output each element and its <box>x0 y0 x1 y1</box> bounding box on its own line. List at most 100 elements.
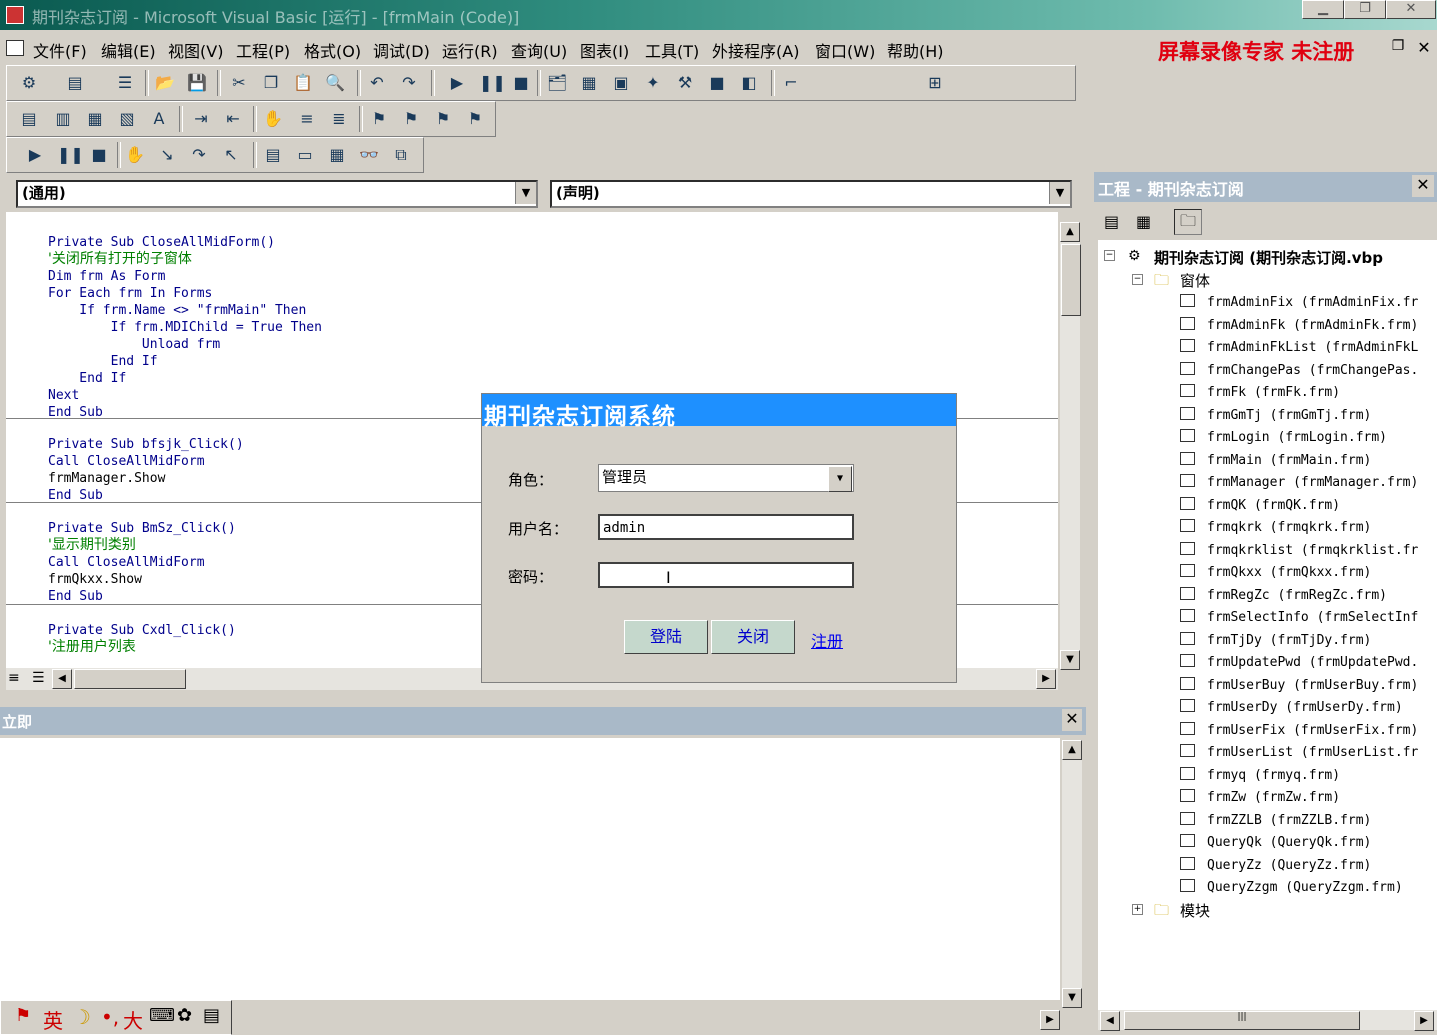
save-icon[interactable]: 💾 <box>187 73 207 93</box>
form-node[interactable]: frmQkxx (frmQkxx.frm) <box>1180 564 1371 580</box>
form-node[interactable]: frmqkrklist (frmqkrklist.fr <box>1180 541 1418 558</box>
run-icon[interactable]: ▶ <box>447 73 467 93</box>
chevron-down-icon[interactable]: ▼ <box>828 466 852 492</box>
form-node[interactable]: frmUserList (frmUserList.fr <box>1180 744 1418 760</box>
find-icon[interactable]: 🔍 <box>325 73 345 93</box>
ime-settings-icon[interactable]: ✿ <box>177 1005 192 1026</box>
pause-icon[interactable]: ❚❚ <box>479 73 506 93</box>
debug-pause-icon[interactable]: ❚❚ <box>57 145 84 165</box>
project-h-scrollbar[interactable]: ◀ ||| ▶ <box>1098 1010 1437 1031</box>
project-root[interactable]: 期刊杂志订阅 (期刊杂志订阅.vbp <box>1154 247 1383 268</box>
toolbox-icon[interactable]: ⚒ <box>675 73 695 93</box>
prev-bookmark-icon[interactable]: ⚑ <box>433 109 453 129</box>
menu-file[interactable]: 文件(F) <box>33 38 87 62</box>
step-over-icon[interactable]: ↷ <box>189 145 209 165</box>
form-node[interactable]: QueryQk (QueryQk.frm) <box>1180 834 1371 850</box>
form-node[interactable]: frmRegZc (frmRegZc.frm) <box>1180 586 1387 603</box>
form-node[interactable]: frmFk (frmFk.frm) <box>1180 384 1340 400</box>
maximize-button[interactable]: ❐ <box>1344 0 1386 19</box>
outdent-icon[interactable]: ⇤ <box>223 109 243 129</box>
quick-info-icon[interactable]: ▦ <box>85 109 105 129</box>
form-node[interactable]: frmqkrk (frmqkrk.frm) <box>1180 519 1371 535</box>
object-browser-icon[interactable]: ✦ <box>643 73 663 93</box>
form-node[interactable]: frmyq (frmyq.frm) <box>1180 766 1340 783</box>
immediate-window[interactable] <box>0 738 1060 1000</box>
clear-bookmarks-icon[interactable]: ⚑ <box>465 109 485 129</box>
keyboard-icon[interactable]: ⌨ <box>149 1005 175 1026</box>
form-node[interactable]: frmUserBuy (frmUserBuy.frm) <box>1180 676 1418 693</box>
menu-edit[interactable]: 编辑(E) <box>101 38 156 62</box>
scroll-thumb[interactable] <box>1061 244 1081 316</box>
form-node[interactable]: frmZZLB (frmZZLB.frm) <box>1180 811 1371 828</box>
close-window-button[interactable]: ✕ <box>1386 0 1436 19</box>
ime-width-toggle[interactable]: 大 <box>123 1005 143 1034</box>
expand-icon[interactable]: + <box>1132 904 1143 915</box>
data-view-icon[interactable]: ■ <box>707 73 727 93</box>
breakpoint-icon[interactable]: ✋ <box>263 109 283 129</box>
forms-folder[interactable]: 窗体 <box>1180 270 1210 291</box>
scroll-up-button[interactable]: ▲ <box>1062 740 1082 760</box>
form-node[interactable]: frmQK (frmQK.frm) <box>1180 496 1340 513</box>
moon-icon[interactable]: ☽ <box>73 1005 91 1029</box>
debug-run-icon[interactable]: ▶ <box>25 145 45 165</box>
immediate-window-icon[interactable]: ▭ <box>295 145 315 165</box>
form-node[interactable]: QueryZz (QueryZz.frm) <box>1180 856 1371 873</box>
debug-stop-icon[interactable]: ■ <box>89 145 109 165</box>
form-node[interactable]: frmUserFix (frmUserFix.frm) <box>1180 721 1418 738</box>
indent-icon[interactable]: ⇥ <box>191 109 211 129</box>
scroll-right-button[interactable]: ▶ <box>1036 669 1056 689</box>
form-node[interactable]: frmManager (frmManager.frm) <box>1180 474 1418 490</box>
form-layout-icon[interactable]: ▣ <box>611 73 631 93</box>
close-icon[interactable]: ✕ <box>1412 175 1434 197</box>
menu-project[interactable]: 工程(P) <box>236 38 290 62</box>
menu-help[interactable]: 帮助(H) <box>887 38 944 62</box>
locals-window-icon[interactable]: ▤ <box>263 145 283 165</box>
ime-menu-icon[interactable]: ▤ <box>203 1005 220 1026</box>
toggle-breakpoint-icon[interactable]: ✋ <box>125 145 145 165</box>
form-node[interactable]: frmUpdatePwd (frmUpdatePwd. <box>1180 654 1418 670</box>
uncomment-block-icon[interactable]: ≣ <box>329 109 349 129</box>
menu-editor-icon[interactable]: ☰ <box>115 73 135 93</box>
scroll-down-button[interactable]: ▼ <box>1062 988 1082 1008</box>
bookmark-icon[interactable]: ⚑ <box>369 109 389 129</box>
punctuation-icon[interactable]: •, <box>101 1005 119 1029</box>
step-out-icon[interactable]: ↖ <box>221 145 241 165</box>
menu-query[interactable]: 查询(U) <box>511 38 567 62</box>
stop-icon[interactable]: ■ <box>511 73 531 93</box>
mdi-restore-button[interactable]: ❐ <box>1388 38 1408 58</box>
username-input[interactable]: admin <box>598 514 854 540</box>
toggle-folders-icon[interactable]: 🗀 <box>1174 209 1202 235</box>
close-icon[interactable]: ✕ <box>1062 709 1082 731</box>
immediate-scrollbar[interactable]: ▲ ▼ <box>1062 740 1082 1008</box>
procedure-view-icon[interactable]: ≡ <box>8 670 20 686</box>
menu-window[interactable]: 窗口(W) <box>815 38 875 62</box>
scroll-left-button[interactable]: ◀ <box>52 669 72 689</box>
call-stack-icon[interactable]: ⧉ <box>391 145 411 165</box>
form-node[interactable]: frmTjDy (frmTjDy.frm) <box>1180 631 1371 648</box>
login-button[interactable]: 登陆 <box>624 620 708 654</box>
scroll-right-button[interactable]: ▶ <box>1040 1010 1060 1030</box>
menu-view[interactable]: 视图(V) <box>168 38 223 62</box>
h-scroll-thumb[interactable] <box>74 669 186 689</box>
view-object-icon[interactable]: ▦ <box>1136 212 1151 231</box>
object-combo[interactable]: (通用) ▼ <box>16 180 538 208</box>
form-node[interactable]: QueryZzgm (QueryZzgm.frm) <box>1180 879 1403 895</box>
quick-watch-icon[interactable]: 👓 <box>359 145 379 165</box>
modules-folder[interactable]: 模块 <box>1180 900 1210 921</box>
form-node[interactable]: frmAdminFkList (frmAdminFkL <box>1180 339 1418 355</box>
add-form-icon[interactable]: ▤ <box>65 73 85 93</box>
chevron-down-icon[interactable]: ▼ <box>1049 182 1070 204</box>
watch-window-icon[interactable]: ▦ <box>327 145 347 165</box>
mdi-close-button[interactable]: ✕ <box>1414 38 1434 58</box>
minimize-button[interactable]: ▁ <box>1302 0 1344 19</box>
procedure-combo[interactable]: (声明) ▼ <box>550 180 1072 208</box>
properties-icon[interactable]: ▦ <box>579 73 599 93</box>
form-node[interactable]: frmSelectInfo (frmSelectInf <box>1180 609 1418 625</box>
role-select[interactable]: 管理员 ▼ <box>598 464 854 492</box>
menu-diagram[interactable]: 图表(I) <box>580 38 629 62</box>
menu-addins[interactable]: 外接程序(A) <box>712 38 799 62</box>
parameter-info-icon[interactable]: ▧ <box>117 109 137 129</box>
open-icon[interactable]: 📂 <box>155 73 175 93</box>
code-vertical-scrollbar[interactable]: ▲ ▼ <box>1060 222 1081 670</box>
h-scroll-thumb[interactable]: ||| <box>1124 1011 1360 1030</box>
